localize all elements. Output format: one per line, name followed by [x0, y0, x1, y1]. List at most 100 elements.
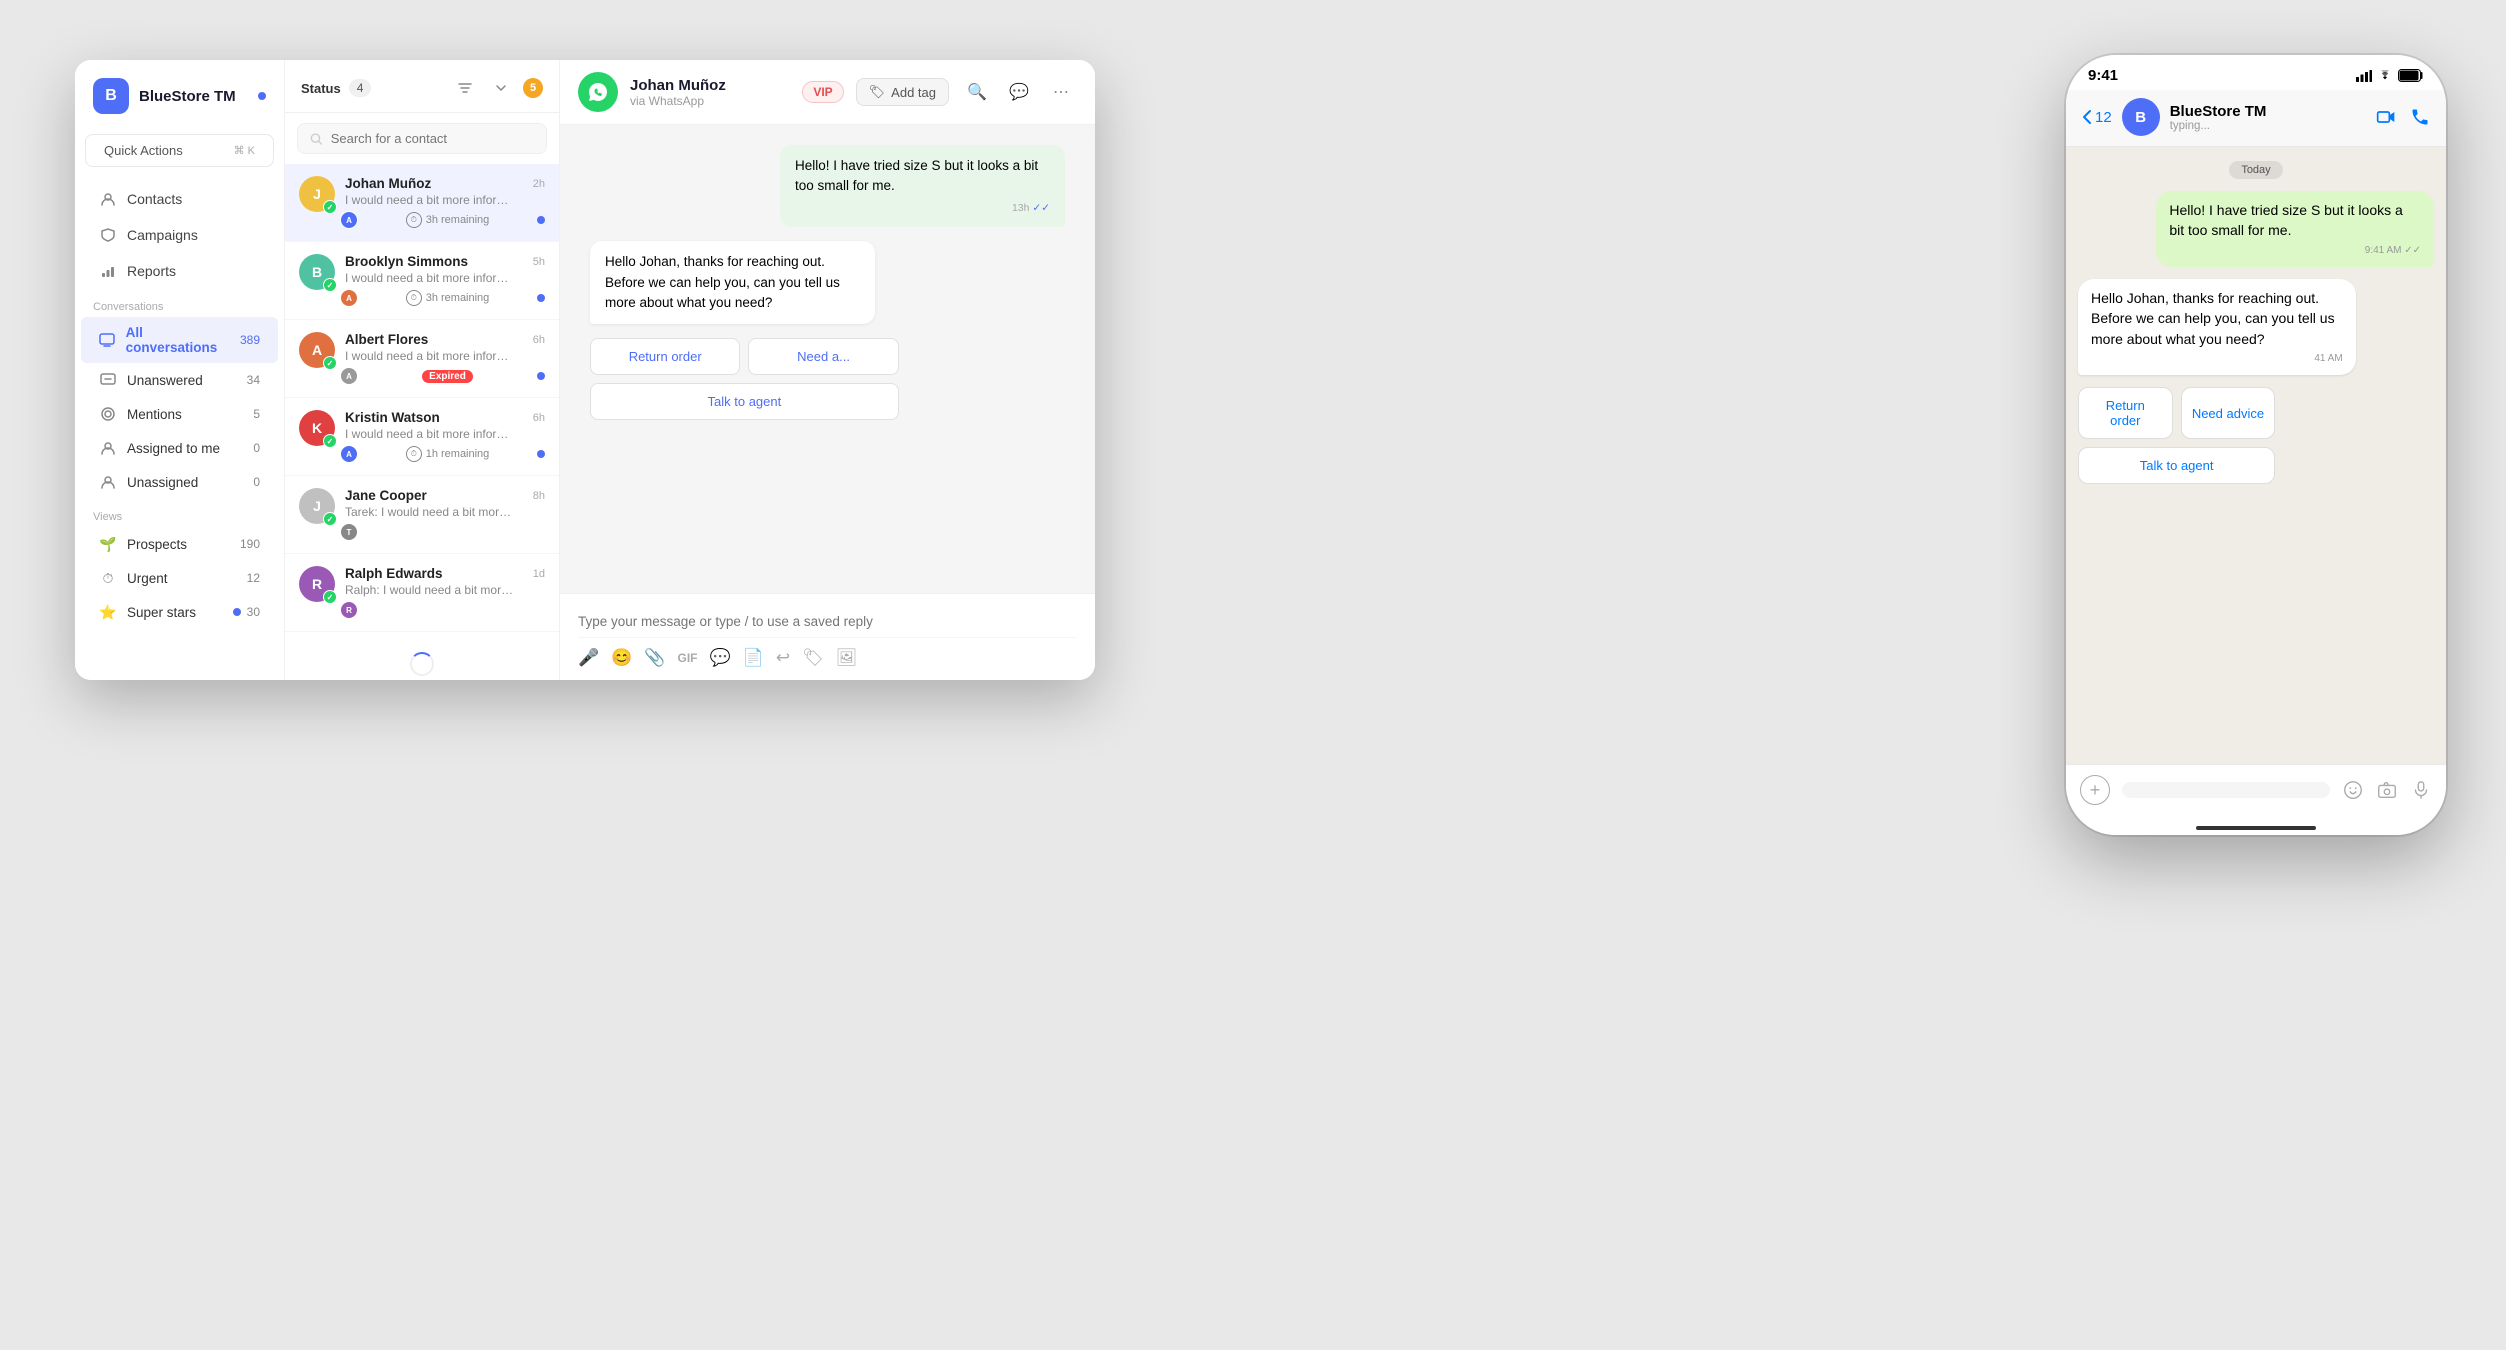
iphone-input-actions: [2342, 779, 2432, 801]
back-count: 12: [2095, 109, 2112, 126]
document-icon[interactable]: 📄: [743, 648, 764, 668]
attachment-icon[interactable]: 📎: [644, 648, 665, 668]
iphone-quick-replies: Return order Need advice Talk to agent: [2078, 387, 2275, 484]
more-button[interactable]: ⋯: [1045, 76, 1077, 108]
sidebar-item-unassigned[interactable]: Unassigned 0: [81, 465, 278, 499]
phone-call-icon[interactable]: [2410, 107, 2430, 127]
video-call-icon[interactable]: [2376, 107, 2396, 127]
sidebar-item-contacts[interactable]: Contacts: [81, 181, 278, 217]
quick-reply-buttons: Return order Need a... Talk to agent: [590, 338, 899, 420]
superstars-icon: ⭐: [99, 603, 117, 621]
agent-avatar-b: A: [340, 289, 358, 307]
iphone-message-text-2: Hello Johan, thanks for reaching out. Be…: [2091, 288, 2343, 349]
iphone-back-button[interactable]: 12: [2082, 109, 2112, 126]
unassigned-icon: [99, 473, 117, 491]
prospects-count: 190: [240, 537, 260, 551]
iphone-sticker-icon[interactable]: [2342, 779, 2364, 801]
iphone-qr-need-advice[interactable]: Need advice: [2181, 387, 2276, 439]
iphone-add-button[interactable]: +: [2080, 775, 2110, 805]
conv-preview-johan: I would need a bit more information if t…: [345, 193, 515, 207]
iphone-contact-name: BlueStore TM: [2170, 103, 2366, 120]
conv-item-brooklyn[interactable]: B ✓ Brooklyn Simmons 5h I would need a b…: [285, 242, 559, 320]
gif-icon[interactable]: GIF: [678, 651, 698, 665]
sidebar-item-unanswered[interactable]: Unanswered 34: [81, 363, 278, 397]
quick-reply-talk-to-agent[interactable]: Talk to agent: [590, 383, 899, 420]
quick-actions-shortcut: ⌘ K: [234, 144, 255, 157]
sidebar-item-reports[interactable]: Reports: [81, 253, 278, 289]
conv-item-johan[interactable]: J ✓ Johan Muñoz 2h I would need a bit mo…: [285, 164, 559, 242]
reports-icon: [99, 262, 117, 280]
microphone-icon[interactable]: 🎤: [578, 648, 599, 668]
chat-contact-name: Johan Muñoz: [630, 77, 790, 94]
home-bar: [2196, 826, 2316, 830]
sidebar-item-campaigns[interactable]: Campaigns: [81, 217, 278, 253]
app-logo: B BlueStore TM: [75, 78, 284, 134]
conv-list-header: Status 4 5: [285, 60, 559, 113]
label-icon[interactable]: 🏷: [802, 648, 824, 668]
superstars-label: Super stars: [127, 605, 196, 620]
conv-item-jane[interactable]: J ✓ Jane Cooper 8h Tarek: I would need a…: [285, 476, 559, 554]
iphone-messages: Today Hello! I have tried size S but it …: [2066, 147, 2446, 764]
sidebar-item-superstars[interactable]: ⭐ Super stars 30: [81, 595, 278, 629]
quick-actions-label: Quick Actions: [104, 143, 183, 158]
whatsapp-badge-albert: ✓: [323, 356, 337, 370]
unanswered-label: Unanswered: [127, 373, 203, 388]
conv-item-ralph[interactable]: R ✓ Ralph Edwards 1d Ralph: I would need…: [285, 554, 559, 632]
vip-tag[interactable]: VIP: [802, 81, 843, 103]
reply-icon[interactable]: ↩: [776, 648, 790, 668]
whatsapp-badge-brooklyn: ✓: [323, 278, 337, 292]
add-tag-button[interactable]: 🏷 Add tag: [856, 78, 949, 106]
timer-icon-b: ⏱: [406, 290, 422, 306]
sidebar-item-assigned-to-me[interactable]: Assigned to me 0: [81, 431, 278, 465]
iphone-microphone-icon[interactable]: [2410, 779, 2432, 801]
conv-name-kristin: Kristin Watson: [345, 410, 440, 425]
agent-avatar: A: [340, 211, 358, 229]
quick-reply-need-advice[interactable]: Need a...: [748, 338, 898, 375]
filter-button[interactable]: [451, 74, 479, 102]
iphone-qr-return-order[interactable]: Return order: [2078, 387, 2173, 439]
image-icon[interactable]: 🖼: [836, 648, 858, 668]
sidebar-item-mentions[interactable]: Mentions 5: [81, 397, 278, 431]
sidebar-item-prospects[interactable]: 🌱 Prospects 190: [81, 527, 278, 561]
search-chat-button[interactable]: 🔍: [961, 76, 993, 108]
conv-item-albert[interactable]: A ✓ Albert Flores 6h I would need a bit …: [285, 320, 559, 398]
chat-input-area: 🎤 😊 📎 GIF 💬 📄 ↩ 🏷 🖼: [560, 593, 1095, 680]
quick-actions-button[interactable]: Quick Actions ⌘ K: [85, 134, 274, 167]
conv-timer-brooklyn: ⏱ 3h remaining: [406, 290, 490, 306]
expired-badge: Expired: [422, 370, 473, 383]
message-incoming-1: Hello Johan, thanks for reaching out. Be…: [590, 241, 875, 324]
iphone-camera-icon[interactable]: [2376, 779, 2398, 801]
message-text-1: Hello! I have tried size S but it looks …: [795, 156, 1050, 197]
quick-reply-return-order[interactable]: Return order: [590, 338, 740, 375]
conv-name-brooklyn: Brooklyn Simmons: [345, 254, 468, 269]
note-button[interactable]: 💬: [1003, 76, 1035, 108]
chat-messages: Hello! I have tried size S but it looks …: [560, 125, 1095, 593]
iphone-message-outgoing-1: Hello! I have tried size S but it looks …: [2156, 191, 2434, 267]
whatsapp-badge-jane: ✓: [323, 512, 337, 526]
iphone-input-area: +: [2066, 764, 2446, 815]
dropdown-button[interactable]: [487, 74, 515, 102]
conv-item-kristin[interactable]: K ✓ Kristin Watson 6h I would need a bit…: [285, 398, 559, 476]
conv-name-ralph: Ralph Edwards: [345, 566, 443, 581]
conversations-section-label: Conversations: [75, 289, 284, 317]
search-input[interactable]: [331, 131, 534, 146]
iphone-qr-talk-to-agent[interactable]: Talk to agent: [2078, 447, 2275, 484]
sidebar-item-all-conversations[interactable]: All conversations 389: [81, 317, 278, 363]
timer-icon: ⏱: [406, 212, 422, 228]
chat-input[interactable]: [578, 606, 1077, 637]
search-box: [297, 123, 547, 154]
chat-toolbar: 🎤 😊 📎 GIF 💬 📄 ↩ 🏷 🖼: [578, 637, 1077, 668]
iphone-chat-header: 12 B BlueStore TM typing...: [2066, 90, 2446, 147]
sidebar-item-urgent[interactable]: ⏱ Urgent 12: [81, 561, 278, 595]
conv-preview-jane: Tarek: I would need a bit more informati…: [345, 505, 515, 519]
template-icon[interactable]: 💬: [710, 648, 731, 668]
all-conv-label: All conversations: [126, 325, 230, 355]
emoji-icon[interactable]: 😊: [611, 648, 632, 668]
conv-info-jane: Jane Cooper 8h Tarek: I would need a bit…: [345, 488, 545, 541]
unread-indicator-albert: [537, 372, 545, 380]
iphone-input-box[interactable]: [2122, 782, 2330, 798]
all-conv-icon: [99, 331, 116, 349]
mentions-label: Mentions: [127, 407, 182, 422]
avatar-albert: A ✓: [299, 332, 335, 368]
avatar-jane: J ✓: [299, 488, 335, 524]
